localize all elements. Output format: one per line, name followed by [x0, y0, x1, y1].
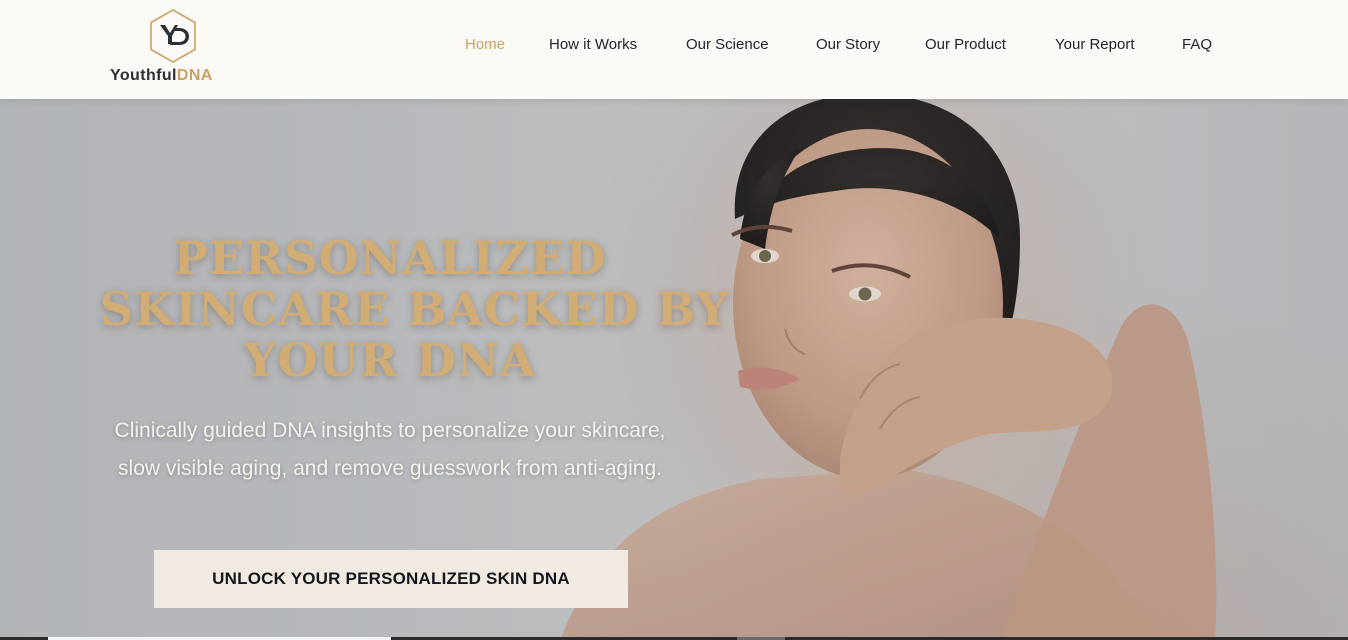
nav-item-home[interactable]: Home — [465, 36, 505, 53]
unlock-skin-dna-button[interactable]: UNLOCK YOUR PERSONALIZED SKIN DNA — [154, 550, 628, 608]
hero-headline: PERSONALIZED SKINCARE BACKED BY YOUR DNA — [100, 231, 730, 387]
nav-item-our-product[interactable]: Our Product — [925, 36, 1006, 53]
hero-subtext: Clinically guided DNA insights to person… — [114, 419, 666, 480]
hero-section: PERSONALIZED SKINCARE BACKED BY YOUR DNA… — [0, 99, 1348, 640]
brand-name-part2: DNA — [176, 67, 213, 84]
nav-item-faq[interactable]: FAQ — [1182, 36, 1212, 53]
brand-wordmark: YouthfulDNA — [110, 67, 213, 85]
hero-headline-line: PERSONALIZED — [173, 231, 607, 285]
hexagon-logo-icon — [150, 9, 196, 63]
hero-headline-line: SKINCARE BACKED BY — [100, 282, 730, 336]
nav-item-our-science[interactable]: Our Science — [686, 36, 769, 53]
brand-logo[interactable]: YouthfulDNA — [108, 8, 238, 88]
site-header: YouthfulDNA Home How it Works Our Scienc… — [0, 0, 1348, 99]
nav-item-our-story[interactable]: Our Story — [816, 36, 880, 53]
nav-item-how-it-works[interactable]: How it Works — [549, 36, 637, 53]
hero-headline-line: YOUR DNA — [243, 333, 537, 387]
brand-name-part1: Youthful — [110, 67, 177, 84]
nav-item-your-report[interactable]: Your Report — [1055, 36, 1135, 53]
